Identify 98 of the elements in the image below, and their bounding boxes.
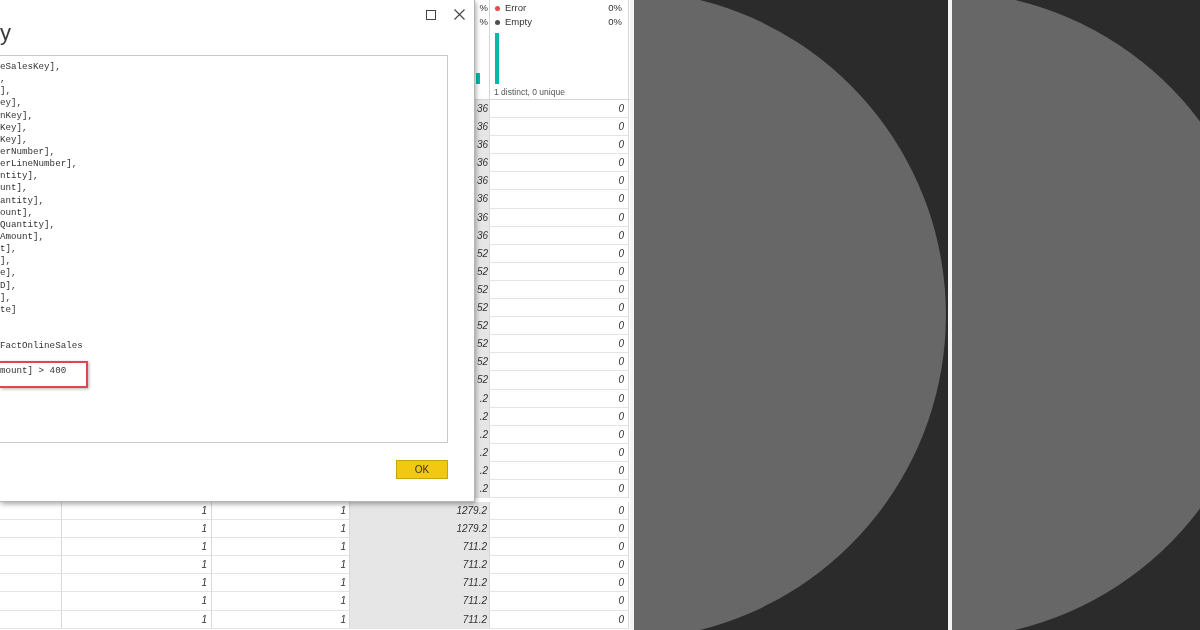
table-cell: 0 [490, 262, 629, 281]
table-cell: 0 [490, 556, 629, 575]
table-cell: 0 [490, 299, 629, 318]
table-cell: 36 [475, 190, 490, 209]
table-cell: 1279.2 [350, 502, 490, 521]
table-cell: 0 [490, 353, 629, 372]
table-cell: 711.2 [350, 574, 490, 593]
table-cell: 36 [475, 172, 490, 191]
empty-table-cell [0, 520, 62, 539]
empty-table-cell [0, 610, 62, 629]
code-line: Key], [0, 133, 29, 146]
distribution-bar [495, 33, 499, 84]
table-cell: 0 [490, 371, 629, 390]
maximize-icon[interactable] [426, 10, 436, 20]
table-cell: 0 [490, 443, 629, 462]
table-cell: 1 [62, 502, 212, 521]
code-line: ], [0, 85, 13, 98]
column-summary: 1 distinct, 0 unique [494, 86, 566, 98]
table-cell: 0 [490, 190, 629, 209]
code-line: erLineNumber], [0, 158, 79, 171]
empty-table-cell [0, 502, 62, 521]
distribution-bar [476, 73, 480, 84]
table-cell: 36 [475, 118, 490, 137]
table-cell: 711.2 [350, 556, 490, 575]
table-cell: 0 [490, 610, 629, 629]
legend-value: 0% [608, 15, 622, 29]
table-cell: 0 [490, 118, 629, 137]
table-cell: 0 [490, 136, 629, 155]
ok-button[interactable]: OK [396, 460, 448, 479]
table-cell: 36 [475, 136, 490, 155]
table-cell: 711.2 [350, 538, 490, 557]
table-cell: 52 [475, 371, 490, 390]
table-cell: 0 [490, 389, 629, 408]
empty-table-cell [0, 574, 62, 593]
table-cell: 0 [490, 226, 629, 245]
code-line: ount], [0, 206, 35, 219]
table-cell: 52 [475, 353, 490, 372]
table-cell: 36 [475, 154, 490, 173]
code-line: unt], [0, 182, 29, 195]
table-cell: 0 [490, 425, 629, 444]
table-cell: 711.2 [350, 592, 490, 611]
table-cell: 0 [490, 502, 629, 521]
code-line: FactOnlineSales [0, 340, 84, 353]
table-cell: 1 [212, 610, 350, 629]
table-cell: 0 [490, 538, 629, 557]
table-cell: 1 [62, 592, 212, 611]
table-cell: 0 [490, 407, 629, 426]
table-cell: 0 [490, 520, 629, 539]
table-cell: 0 [490, 574, 629, 593]
code-line: t], [0, 243, 18, 256]
legend-label: Empty [505, 15, 532, 29]
table-cell: 1 [62, 574, 212, 593]
close-icon[interactable] [454, 9, 465, 20]
table-cell: 0 [490, 317, 629, 336]
code-line: Key], [0, 121, 29, 134]
table-cell: 1279.2 [350, 520, 490, 539]
empty-table-cell [0, 556, 62, 575]
table-cell: 52 [475, 299, 490, 318]
table-cell: 1 [62, 556, 212, 575]
code-line: antity], [0, 194, 46, 207]
table-cell: 0 [490, 592, 629, 611]
query-editor[interactable]: eSalesKey], , ], ey], nKey], Key], Key], erNumber], erLineNumber], ntity], unt], antity], ount], Quantity], Amount], t], ], e], D], ], te] FactOnlineSales mount] > 400 [0, 55, 448, 443]
table-cell: 0 [490, 244, 629, 263]
table-cell: 0 [490, 172, 629, 191]
table-cell: 0 [490, 208, 629, 227]
code-line: erNumber], [0, 146, 57, 159]
empty-table-cell [0, 538, 62, 557]
code-line: ey], [0, 97, 24, 110]
empty-table-cell [0, 592, 62, 611]
legend-label: Error [505, 1, 527, 15]
table-cell: 52 [475, 335, 490, 354]
code-line: e], [0, 267, 18, 280]
code-line: ntity], [0, 170, 40, 183]
table-cell: 0 [490, 479, 629, 499]
code-line: mount] > 400 [0, 360, 89, 388]
code-line: D], [0, 279, 18, 292]
code-line: ], [0, 255, 13, 268]
code-line: nKey], [0, 109, 35, 122]
table-cell: 36 [475, 100, 490, 119]
code-line: te] [0, 303, 18, 316]
table-cell: 1 [62, 520, 212, 539]
table-cell: 1 [62, 538, 212, 557]
legend-value: 0% [608, 1, 622, 15]
table-cell: 0 [490, 335, 629, 354]
legend-value: % [478, 1, 489, 15]
code-line: ], [0, 291, 13, 304]
code-line: eSalesKey], [0, 61, 62, 74]
table-cell: 0 [490, 280, 629, 300]
dialog-title: y [0, 22, 12, 47]
table-cell: 0 [490, 461, 629, 480]
table-cell: 0 [490, 100, 629, 119]
code-line: , [0, 73, 7, 86]
code-line: Amount], [0, 230, 46, 244]
code-line: Quantity], [0, 218, 57, 231]
table-cell: 0 [490, 154, 629, 173]
legend-value: % [478, 15, 489, 29]
table-cell: 52 [475, 317, 490, 336]
table-cell: 1 [62, 610, 212, 629]
